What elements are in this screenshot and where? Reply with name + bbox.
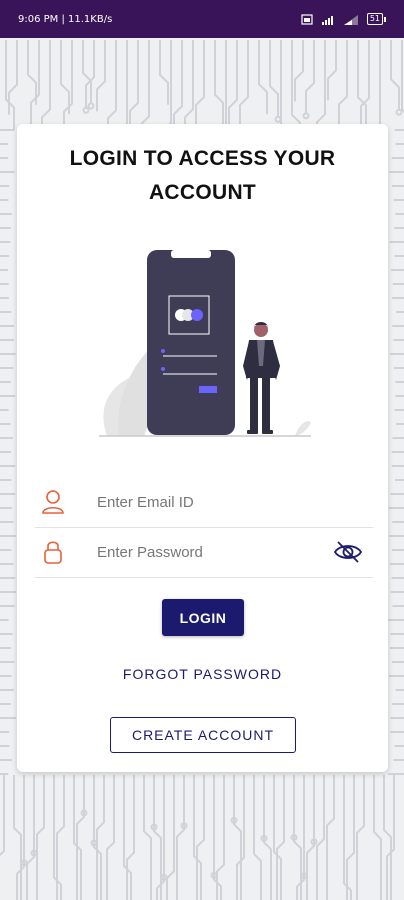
person-leg-left (250, 376, 258, 432)
status-time-speed: 9:06 PM | 11.1KB/s (18, 13, 113, 25)
page-title: LOGIN TO ACCESS YOUR ACCOUNT (37, 142, 368, 210)
create-account-button[interactable]: CREATE ACCOUNT (110, 717, 296, 753)
password-input[interactable] (97, 539, 317, 565)
title-line-2: ACCOUNT (148, 181, 257, 204)
forgot-password-link[interactable]: FORGOT PASSWORD (17, 666, 388, 682)
card-dot-3 (191, 309, 203, 321)
leaf-shape-3 (295, 421, 311, 436)
title-line-1: LOGIN TO ACCESS YOUR (69, 147, 336, 170)
login-illustration (99, 250, 311, 437)
phone-body (147, 250, 235, 435)
email-field-row (35, 477, 373, 528)
line-dot-2 (161, 367, 165, 371)
wifi-signal-icon (321, 15, 333, 25)
status-icons: 51 (301, 13, 386, 25)
lock-icon (41, 539, 65, 570)
person-shoe-left (247, 430, 258, 434)
user-icon (41, 489, 65, 520)
login-button[interactable]: LOGIN (162, 599, 244, 636)
phone-notch (171, 250, 211, 258)
battery-tip (384, 16, 386, 22)
email-input[interactable] (97, 489, 317, 515)
sim-icon (301, 13, 313, 25)
cell-signal-icon (343, 14, 358, 25)
password-field-row (35, 527, 373, 578)
battery-level: 51 (366, 13, 383, 25)
person-shoe-right (262, 430, 273, 434)
phone-button-graphic (199, 386, 217, 393)
battery-indicator: 51 (366, 13, 386, 25)
person-head (254, 323, 268, 337)
eye-off-icon[interactable] (333, 540, 363, 569)
line-dot-1 (161, 349, 165, 353)
person-leg-right (262, 376, 270, 432)
status-bar: 9:06 PM | 11.1KB/s 51 (0, 0, 404, 38)
login-card: LOGIN TO ACCESS YOUR ACCOUNT Enter Email… (17, 124, 388, 772)
